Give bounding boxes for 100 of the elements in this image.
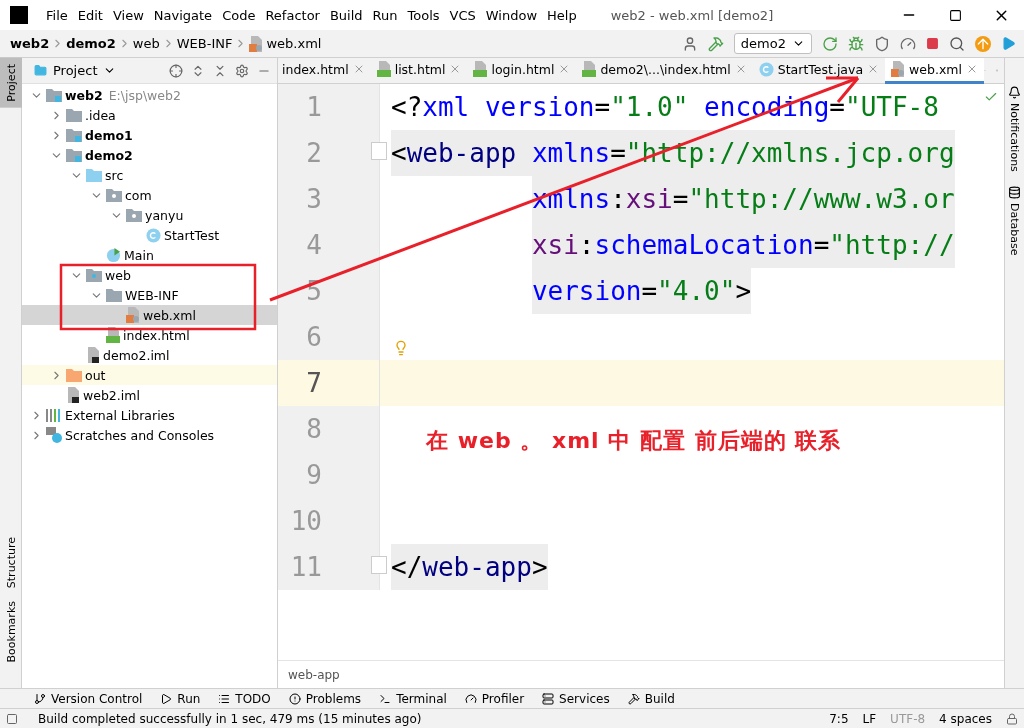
tree-item[interactable]: Main [22,245,277,265]
tool-window-tab[interactable]: Database [1008,185,1021,256]
editor-tab[interactable]: list.html [370,57,468,84]
tool-window-tab[interactable]: Bookmarks [0,594,22,668]
menu-item[interactable]: Refactor [261,7,326,23]
menu-item[interactable]: View [108,7,150,23]
project-path: E:\jsp\web2 [108,87,181,103]
update-icon[interactable] [975,35,991,52]
tool-window-tab[interactable]: Structure [0,531,22,595]
tree-item[interactable]: .idea [22,105,277,125]
editor-tab[interactable]: web.xml [885,57,984,84]
menu-item[interactable]: Help [543,7,583,23]
locate-icon[interactable] [169,63,183,78]
tree-item[interactable]: WEB-INF [22,285,277,305]
tree-item[interactable]: yanyu [22,205,277,225]
breadcrumb[interactable]: demo2 [66,36,116,51]
menu-item[interactable]: Edit [73,7,109,23]
run-config-dropdown[interactable]: demo2 [733,33,812,54]
folder-icon [126,208,142,222]
tool-window-button[interactable]: Run [160,691,201,706]
plugin-icon[interactable] [1001,36,1016,51]
build-icon[interactable] [707,35,724,52]
tool-window-tab[interactable]: Project [0,58,22,108]
fold-marker[interactable] [371,142,387,160]
editor-tab[interactable]: index.html [278,57,371,84]
menu-item[interactable]: Tools [403,7,446,23]
html-file-icon [473,61,488,77]
tree-item[interactable]: src [22,165,277,185]
rerun-icon[interactable] [822,35,838,52]
tree-item[interactable]: com [22,185,277,205]
tree-item[interactable]: Scratches and Consoles [22,425,277,445]
class-icon [146,227,161,243]
project-view-dropdown[interactable]: Project [34,63,117,78]
line-number: 9 [305,460,322,490]
html-file-icon [106,327,120,343]
folder-icon [86,268,102,282]
tree-item[interactable]: out [22,365,277,385]
tool-window-button[interactable]: Profiler [464,691,525,706]
tool-window-tab[interactable]: Notifications [1008,86,1021,172]
tree-item[interactable]: demo1 [22,125,277,145]
menu-item[interactable]: Window [481,7,544,23]
editor-tab[interactable]: login.html [467,57,577,84]
tool-window-button[interactable]: Problems [288,691,362,706]
database-icon [1008,185,1021,199]
module-file-icon [66,387,80,403]
indent-setting[interactable]: 4 spaces [939,711,992,726]
terminal-icon [379,692,392,705]
tree-item[interactable]: web2 E:\jsp\web2 [22,85,277,105]
search-icon[interactable] [949,35,965,52]
coverage-icon[interactable] [874,35,890,52]
breadcrumb[interactable]: web.xml [249,35,322,52]
lock-icon[interactable] [1006,712,1018,725]
tool-window-button[interactable]: TODO [218,691,271,706]
line-separator[interactable]: LF [862,711,877,726]
html-file-icon [582,61,597,77]
tree-item[interactable]: demo2.iml [22,345,277,365]
profile-icon[interactable] [900,35,916,52]
panel-icon[interactable] [6,712,18,725]
tool-window-button[interactable]: Version Control [34,691,143,706]
debug-icon[interactable] [848,35,864,52]
libraries-icon [46,408,62,422]
tree-item[interactable]: External Libraries [22,405,277,425]
tree-item[interactable]: web2.iml [22,385,277,405]
fold-marker[interactable] [371,556,387,574]
menu-item[interactable]: Navigate [149,7,219,23]
collapse-all-icon[interactable] [213,63,227,78]
menu-item[interactable]: VCS [445,7,482,23]
menu-item[interactable]: Build [325,7,369,23]
bulb-icon[interactable] [393,340,409,356]
caret-position[interactable]: 7:5 [829,711,849,726]
menu-item[interactable]: File [42,7,74,23]
folder-icon [46,88,62,102]
tool-window-button[interactable]: Terminal [379,691,447,706]
folder-icon [66,148,82,162]
settings-icon[interactable] [235,63,249,78]
xml-file-icon [891,61,906,77]
breadcrumb[interactable]: WEB-INF [176,36,233,51]
app-logo [10,6,28,24]
tool-window-button[interactable]: Build [627,691,675,706]
tree-item[interactable]: web [22,265,277,285]
menu-item[interactable]: Run [368,7,404,23]
line-number: 8 [305,414,322,444]
stop-icon[interactable] [926,37,939,50]
tree-item[interactable]: demo2 [22,145,277,165]
restore-icon[interactable] [948,8,962,22]
editor-breadcrumb[interactable]: web-app [288,667,340,682]
line-number: 4 [305,230,322,260]
menu-item[interactable]: Code [218,7,262,23]
breadcrumb[interactable]: web2 [10,36,50,51]
scratches-icon [46,427,62,443]
tool-window-button[interactable]: Services [542,691,610,706]
check-icon [984,90,998,104]
bell-icon [1008,86,1021,99]
editor-tab[interactable]: StartTest.java [752,57,886,84]
breadcrumb[interactable]: web [132,36,160,51]
tree-item[interactable]: index.html [22,325,277,345]
tree-item[interactable]: web.xml [22,305,277,325]
editor-tab[interactable]: demo2\...\index.html [576,57,753,84]
annotation-text: 在 web 。 xml 中 配置 前后端的 联系 [426,427,842,455]
tree-item[interactable]: StartTest [22,225,277,245]
